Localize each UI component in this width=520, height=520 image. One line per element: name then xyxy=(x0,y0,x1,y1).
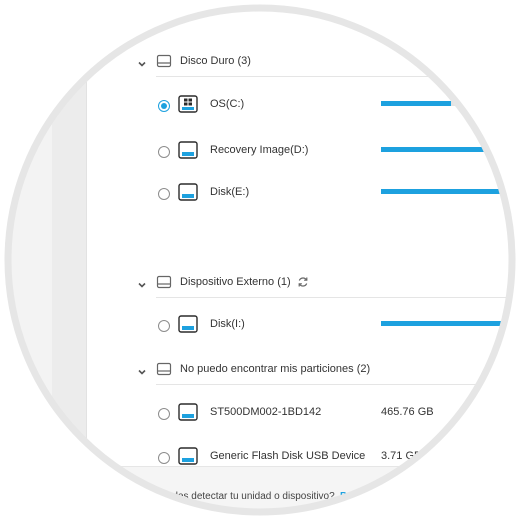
screenshot-stage: Disco Duro (3) OS(C:) Recovery Image(D:) xyxy=(0,0,520,520)
usage-bar xyxy=(381,321,520,326)
usage-bar-fill xyxy=(381,101,451,106)
group-title: Disco Duro (3) xyxy=(180,55,251,67)
hard-drive-icon xyxy=(178,403,198,421)
footer-link[interactable]: Pr xyxy=(340,491,351,502)
drive-row-disk-i[interactable]: Disk(I:) xyxy=(87,315,520,339)
radio-unselected[interactable] xyxy=(158,320,170,332)
group-divider xyxy=(156,384,520,385)
radio-unselected[interactable] xyxy=(158,408,170,420)
hard-drive-outline-icon xyxy=(156,275,172,289)
hard-drive-outline-icon xyxy=(156,362,172,376)
drive-size: 465.76 GB xyxy=(381,406,434,418)
drive-selection-panel: Disco Duro (3) OS(C:) Recovery Image(D:) xyxy=(0,0,520,520)
group-header-external-device[interactable]: Dispositivo Externo (1) xyxy=(87,275,520,301)
radio-unselected[interactable] xyxy=(158,188,170,200)
drive-label: Disk(I:) xyxy=(210,318,245,330)
drive-row-os-c[interactable]: OS(C:) xyxy=(87,95,520,119)
hard-drive-outline-icon xyxy=(156,54,172,68)
hard-drive-icon xyxy=(178,183,198,201)
drive-label: Disk(E:) xyxy=(210,186,250,198)
windows-drive-icon xyxy=(178,95,198,113)
radio-selected[interactable] xyxy=(158,100,170,112)
usage-bar xyxy=(381,147,520,152)
drive-row-disk-e[interactable]: Disk(E:) xyxy=(87,183,520,207)
left-background xyxy=(0,0,52,520)
footer-bar: ¿No puedes detectar tu unidad o disposit… xyxy=(87,466,520,520)
drive-label: ST500DM002-1BD142 xyxy=(210,406,322,418)
footer-question: ¿No puedes detectar tu unidad o disposit… xyxy=(134,491,335,502)
drive-list: Disco Duro (3) OS(C:) Recovery Image(D:) xyxy=(87,0,520,520)
drive-label: Recovery Image(D:) xyxy=(210,144,309,156)
hard-drive-icon xyxy=(178,447,198,465)
group-divider xyxy=(156,297,520,298)
group-title: Dispositivo Externo (1) xyxy=(180,276,291,288)
hard-drive-icon xyxy=(178,315,198,333)
drive-row-recovery-d[interactable]: Recovery Image(D:) xyxy=(87,141,520,165)
drive-label: OS(C:) xyxy=(210,98,245,110)
drive-size: 3.71 GB xyxy=(381,450,422,462)
chevron-down-icon[interactable] xyxy=(136,366,148,378)
radio-unselected[interactable] xyxy=(158,146,170,158)
usage-bar xyxy=(381,189,520,194)
drive-label: Generic Flash Disk USB Device xyxy=(210,450,366,462)
group-title: No puedo encontrar mis particiones (2) xyxy=(180,363,371,375)
group-header-lost-partitions[interactable]: No puedo encontrar mis particiones (2) xyxy=(87,362,520,388)
circular-crop: Disco Duro (3) OS(C:) Recovery Image(D:) xyxy=(0,0,520,520)
group-divider xyxy=(156,76,520,77)
usage-bar-fill xyxy=(381,189,520,194)
chevron-down-icon[interactable] xyxy=(136,279,148,291)
refresh-icon[interactable] xyxy=(297,276,309,288)
usage-bar xyxy=(381,101,461,106)
chevron-down-icon[interactable] xyxy=(136,58,148,70)
drive-row-st500[interactable]: ST500DM002-1BD142 465.76 GB xyxy=(87,403,520,427)
usage-bar-fill xyxy=(381,147,520,152)
group-header-hard-disk[interactable]: Disco Duro (3) xyxy=(87,54,520,80)
sidebar-edge xyxy=(52,0,87,520)
radio-unselected[interactable] xyxy=(158,452,170,464)
usage-bar-fill xyxy=(381,321,520,326)
hard-drive-icon xyxy=(178,141,198,159)
